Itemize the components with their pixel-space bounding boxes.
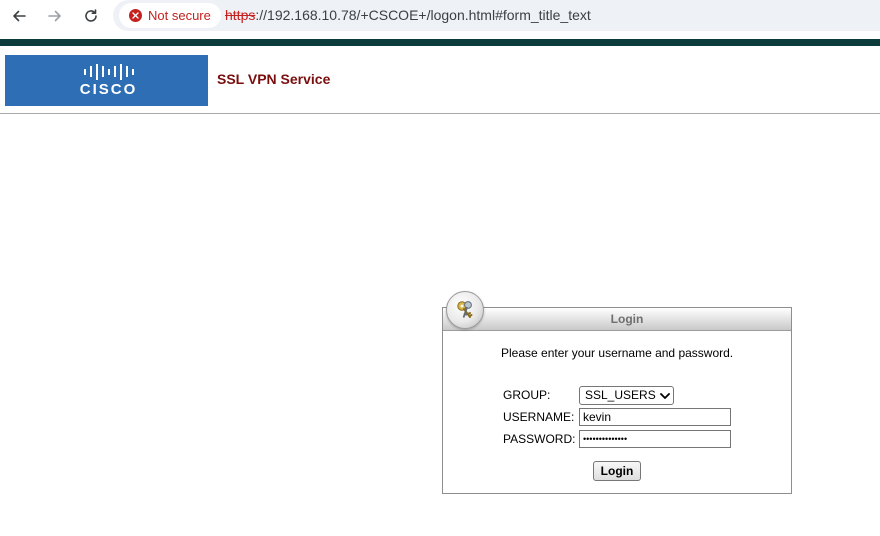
logo-text: CISCO (79, 80, 138, 98)
username-field[interactable]: kevin (579, 408, 731, 426)
cisco-logo: CISCO (5, 55, 208, 106)
chevron-down-icon (660, 392, 670, 399)
reload-icon (85, 9, 97, 22)
login-title: Login (610, 312, 644, 326)
top-stripe (0, 39, 880, 46)
group-select[interactable]: SSL_USERS (579, 386, 674, 405)
login-panel: Login Please enter your username and pas… (442, 307, 792, 494)
group-selected-value: SSL_USERS (585, 388, 656, 402)
page-header: CISCO SSL VPN Service (0, 46, 880, 114)
url-path: ://192.168.10.78/+CSCOE+/logon.html#form… (255, 7, 591, 23)
arrow-right-icon (48, 10, 61, 22)
back-button[interactable] (7, 4, 31, 28)
url-text[interactable]: https://192.168.10.78/+CSCOE+/logon.html… (225, 7, 591, 23)
url-scheme: https (225, 7, 256, 23)
login-prompt: Please enter your username and password. (501, 346, 734, 360)
login-titlebar: Login (443, 308, 791, 331)
browser-toolbar: Not secure https://192.168.10.78/+CSCOE+… (0, 0, 880, 32)
service-title: SSL VPN Service (217, 71, 331, 87)
arrow-left-icon (13, 10, 26, 22)
cisco-bars-icon (83, 63, 134, 80)
security-label: Not secure (148, 8, 211, 23)
reload-button[interactable] (79, 4, 103, 28)
forward-button[interactable] (43, 4, 67, 28)
keys-icon (446, 291, 484, 329)
not-secure-icon (129, 9, 142, 22)
address-bar[interactable]: Not secure https://192.168.10.78/+CSCOE+… (113, 0, 880, 31)
password-field[interactable]: •••••••••••••• (579, 430, 731, 448)
username-label: USERNAME: (503, 410, 575, 424)
password-label: PASSWORD: (503, 432, 576, 446)
login-button[interactable]: Login (593, 461, 641, 481)
group-label: GROUP: (503, 388, 551, 402)
security-indicator[interactable]: Not secure (119, 3, 221, 28)
